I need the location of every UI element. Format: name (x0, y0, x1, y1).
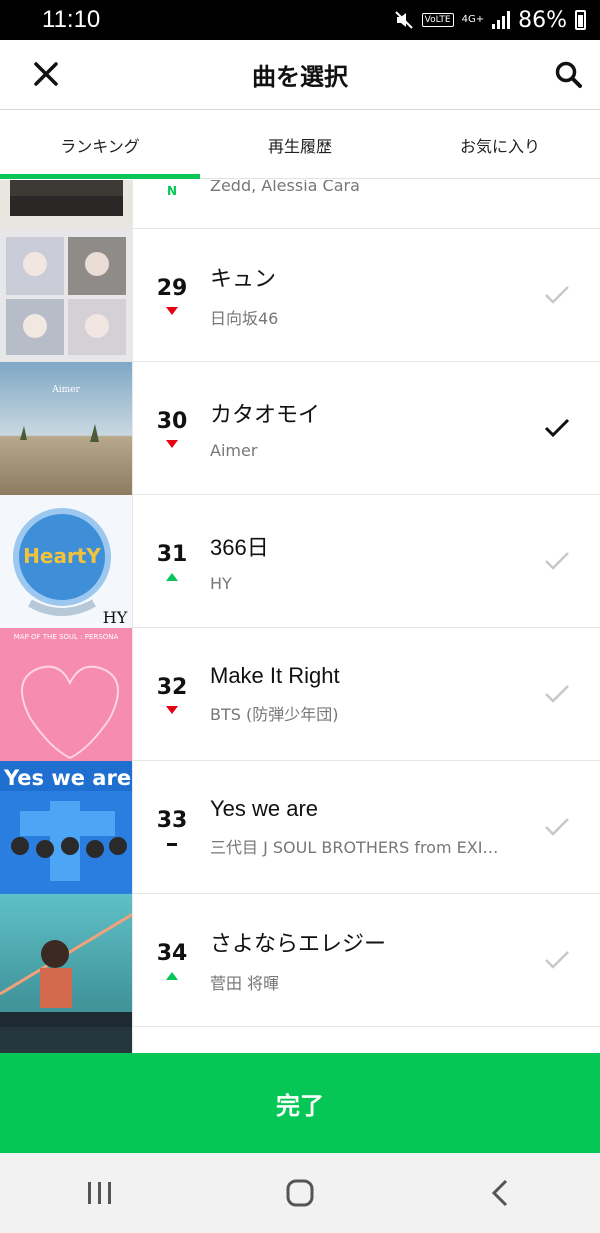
song-title: さよならエレジー (210, 931, 387, 956)
song-row[interactable]: HeartY HY 31 366日 HY (0, 495, 600, 628)
album-art: Aimer (0, 362, 133, 495)
song-row[interactable] (0, 1027, 600, 1053)
rank-number: 33 (156, 808, 188, 833)
trend-down-icon (166, 705, 178, 714)
home-icon (286, 1179, 314, 1207)
song-artist: Zedd, Alessia Cara (210, 180, 360, 195)
rank-indicator: 34 (140, 941, 204, 980)
system-nav-bar (0, 1153, 600, 1233)
song-list: N Zedd, Alessia Cara 29 キュン 日向坂46 Aimer … (0, 180, 600, 1053)
song-title: カタオモイ (210, 401, 321, 427)
status-time: 11:10 (42, 6, 101, 33)
song-row[interactable]: 29 キュン 日向坂46 (0, 229, 600, 362)
rank-indicator: 31 (140, 542, 204, 581)
header: 曲を選択 (0, 40, 600, 110)
volte-icon: VoLTE (421, 13, 454, 27)
home-button[interactable] (270, 1163, 330, 1223)
song-info: キュン 日向坂46 (210, 261, 520, 329)
done-button[interactable]: 完了 (0, 1053, 600, 1153)
album-art: Yes we are (0, 761, 133, 894)
song-row[interactable]: Yes we are 33 Yes we are 三代目 J SOUL BROT… (0, 761, 600, 894)
back-button[interactable] (470, 1163, 530, 1223)
song-title: キュン (210, 266, 277, 291)
battery-percent: 86% (518, 7, 567, 33)
song-artist: 日向坂46 (210, 309, 279, 328)
album-art (0, 180, 133, 229)
check-icon[interactable] (544, 684, 570, 704)
song-row[interactable]: N Zedd, Alessia Cara (0, 180, 600, 229)
trend-up-icon (166, 971, 178, 980)
rank-indicator: 32 (140, 675, 204, 714)
song-artist: 三代目 J SOUL BROTHERS from EXI… (210, 838, 499, 857)
rank-number: 30 (156, 408, 188, 434)
song-info: Zedd, Alessia Cara (210, 180, 520, 195)
song-artist: HY (210, 573, 232, 593)
song-info: Yes we are 三代目 J SOUL BROTHERS from EXI… (210, 796, 520, 858)
trend-up-icon (166, 572, 178, 581)
status-icons: VoLTE 4G+ 86% (394, 8, 586, 33)
signal-icon (492, 11, 511, 29)
tab-bar: ランキング 再生履歴 お気に入り (0, 111, 600, 179)
song-title: Make It Right (210, 663, 340, 688)
song-info: Make It Right BTS (防弾少年団) (210, 663, 520, 725)
trend-new-badge: N (166, 184, 178, 198)
album-art (0, 1027, 133, 1053)
rank-number: 32 (156, 674, 188, 700)
rank-indicator: 30 (140, 409, 204, 448)
search-icon[interactable] (554, 60, 584, 90)
trend-down-icon (166, 439, 178, 448)
check-icon[interactable] (544, 950, 570, 970)
song-info: 366日 HY (210, 530, 520, 593)
album-text: HeartY (23, 544, 101, 568)
recent-apps-button[interactable] (70, 1163, 130, 1223)
rank-number: 29 (156, 275, 188, 301)
song-info: カタオモイ Aimer (210, 397, 520, 460)
network-type: 4G+ (461, 14, 485, 25)
check-icon[interactable] (544, 551, 570, 571)
trend-flat-icon (167, 843, 177, 846)
album-text: HY (103, 608, 128, 627)
song-row[interactable]: MAP OF THE SOUL : PERSONA 32 Make It Rig… (0, 628, 600, 761)
tab-history[interactable]: 再生履歴 (200, 111, 400, 178)
album-text: Aimer (51, 385, 80, 395)
album-text: Yes we are (3, 766, 131, 790)
tab-favorites[interactable]: お気に入り (400, 111, 600, 178)
status-bar: 11:10 VoLTE 4G+ 86% (0, 0, 600, 40)
back-icon (491, 1179, 508, 1207)
album-text: MAP OF THE SOUL : PERSONA (14, 633, 119, 641)
song-title: Yes we are (210, 796, 319, 821)
battery-icon (575, 10, 586, 30)
song-artist: BTS (防弾少年団) (210, 705, 339, 724)
song-row[interactable]: Aimer 30 カタオモイ Aimer (0, 362, 600, 495)
song-artist: 菅田 将暉 (210, 974, 280, 993)
rank-indicator: N (140, 180, 204, 198)
album-art (0, 894, 133, 1027)
page-title: 曲を選択 (252, 63, 348, 91)
song-title: 366日 (210, 534, 269, 560)
check-icon[interactable] (544, 285, 570, 305)
album-art: HeartY HY (0, 495, 133, 628)
rank-indicator: 29 (140, 276, 204, 315)
check-icon[interactable] (544, 817, 570, 837)
check-icon-selected[interactable] (544, 418, 570, 438)
song-artist: Aimer (210, 440, 258, 460)
tab-ranking[interactable]: ランキング (0, 111, 200, 179)
recent-apps-icon (88, 1182, 111, 1204)
rank-indicator: 33 (140, 808, 204, 846)
close-icon[interactable] (30, 58, 62, 90)
trend-down-icon (166, 306, 178, 315)
mute-icon (394, 11, 413, 29)
album-art: MAP OF THE SOUL : PERSONA (0, 628, 133, 761)
album-art (0, 229, 133, 362)
song-info: さよならエレジー 菅田 将暉 (210, 926, 520, 994)
song-row[interactable]: 34 さよならエレジー 菅田 将暉 (0, 894, 600, 1027)
rank-number: 34 (156, 940, 188, 966)
rank-number: 31 (156, 541, 188, 567)
